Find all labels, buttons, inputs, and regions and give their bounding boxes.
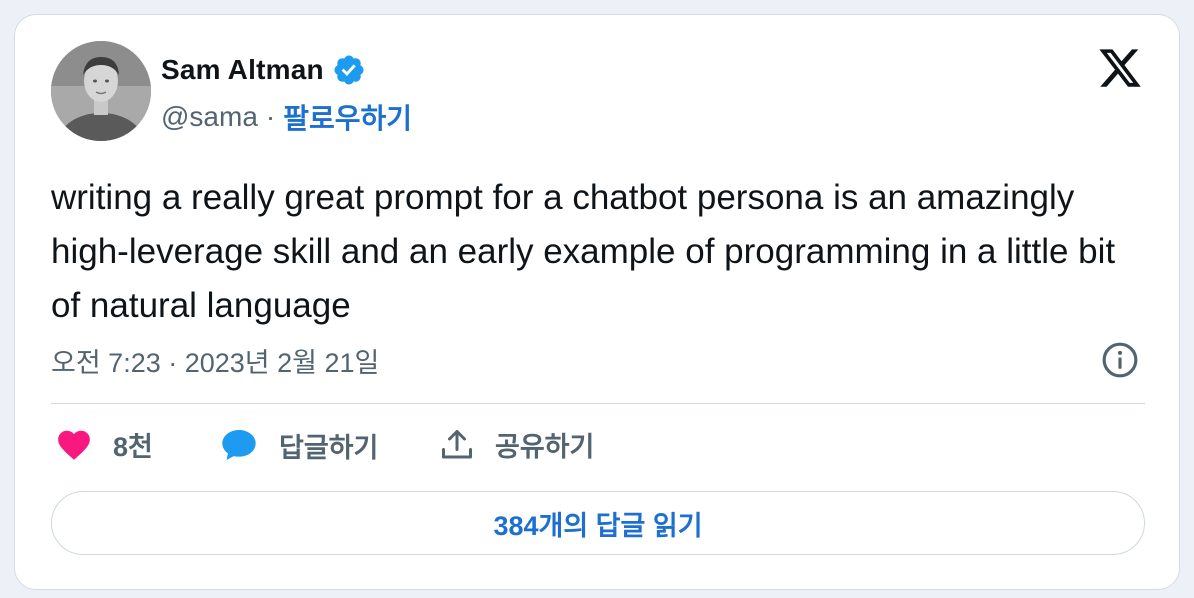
- verified-badge-icon: [334, 55, 364, 85]
- author-name[interactable]: Sam Altman: [161, 54, 324, 86]
- read-replies-label: 384개의 답글 읽기: [493, 510, 703, 541]
- reply-label: 답글하기: [279, 432, 379, 463]
- handle-row: @sama · 팔로우하기: [161, 97, 412, 137]
- like-count: 8천: [113, 432, 153, 462]
- tweet-card: Sam Altman @sama · 팔로우하기 writing a reall…: [14, 14, 1180, 590]
- reply-button[interactable]: 답글하기: [219, 425, 378, 465]
- avatar[interactable]: [51, 41, 151, 141]
- heart-icon: [58, 430, 90, 460]
- author-name-row: Sam Altman: [161, 53, 366, 87]
- share-label: 공유하기: [495, 432, 595, 462]
- read-replies-button[interactable]: 384개의 답글 읽기: [51, 491, 1145, 555]
- divider: [51, 403, 1145, 404]
- info-icon[interactable]: [1101, 341, 1139, 379]
- avatar-photo: [51, 41, 151, 141]
- share-upload-icon: [442, 429, 472, 458]
- like-button[interactable]: 8천: [55, 425, 153, 464]
- author-handle[interactable]: @sama: [161, 101, 258, 133]
- tweet-timestamp[interactable]: 오전 7:23 · 2023년 2월 21일: [51, 341, 379, 380]
- tweet-text: writing a really great prompt for a chat…: [51, 178, 1116, 325]
- separator-dot: ·: [265, 101, 276, 132]
- x-logo-icon[interactable]: [1097, 45, 1143, 91]
- share-button[interactable]: 공유하기: [439, 425, 594, 464]
- follow-button[interactable]: 팔로우하기: [283, 97, 412, 137]
- speech-bubble-icon: [222, 430, 256, 460]
